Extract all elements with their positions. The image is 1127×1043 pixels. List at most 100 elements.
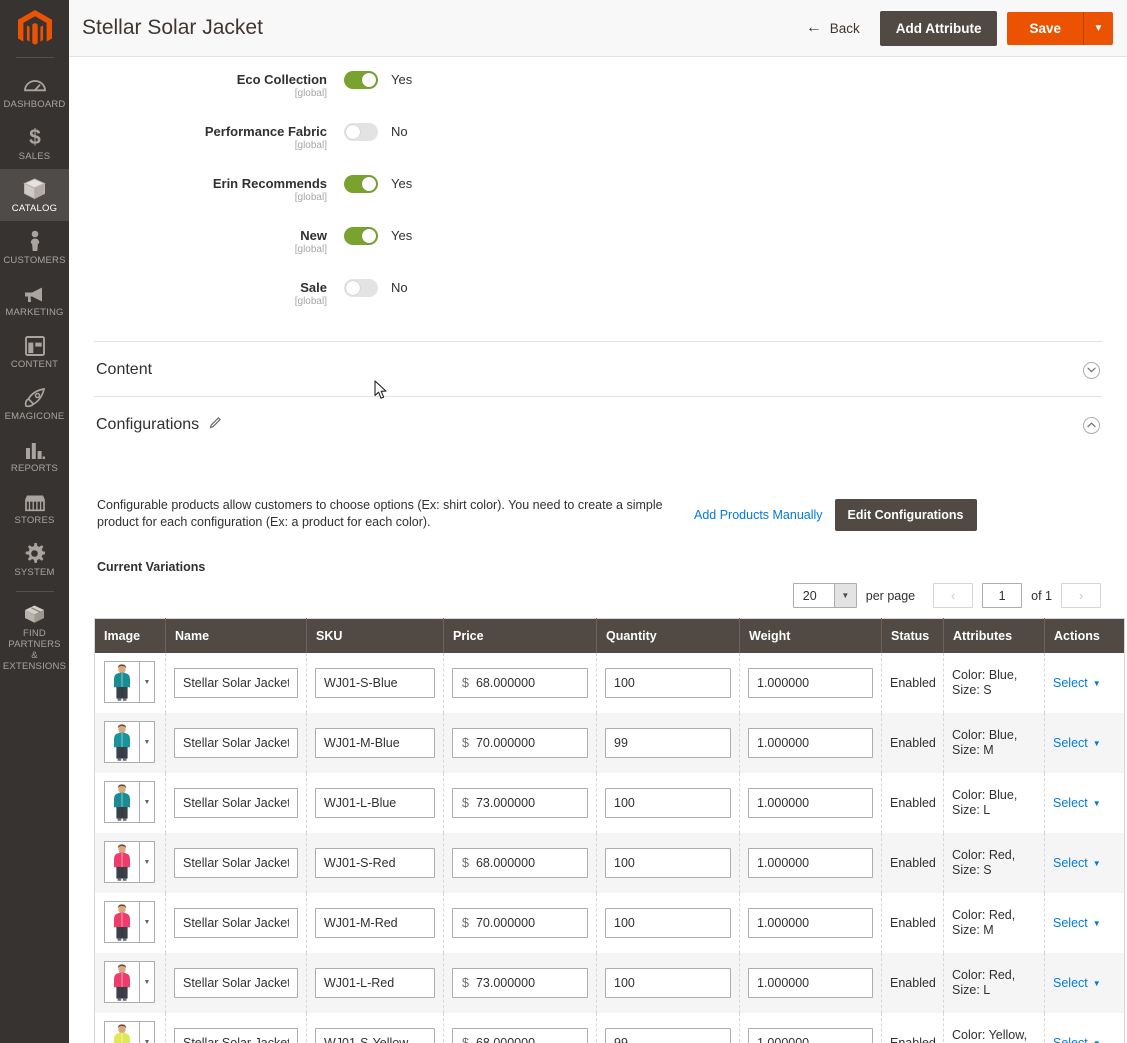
sidebar-item-catalog[interactable]: CATALOG (0, 169, 69, 221)
name-input[interactable] (174, 728, 298, 758)
thumbnail-dropdown-caret[interactable]: ▼ (139, 722, 154, 762)
price-input[interactable] (475, 976, 587, 990)
row-select-dropdown[interactable]: Select ▼ (1053, 976, 1101, 990)
sku-input[interactable] (315, 968, 435, 998)
quantity-input[interactable] (605, 908, 731, 938)
previous-page-button[interactable]: ‹ (933, 583, 974, 608)
price-input[interactable] (475, 916, 587, 930)
sidebar-item-marketing[interactable]: MARKETING (0, 273, 69, 325)
sidebar-item-emagicone[interactable]: EMAGICONE (0, 377, 69, 429)
next-page-button[interactable]: › (1061, 583, 1101, 608)
product-thumbnail[interactable] (105, 842, 139, 882)
sidebar-item-dashboard[interactable]: DASHBOARD (0, 65, 69, 117)
edit-configurations-button[interactable]: Edit Configurations (834, 499, 977, 531)
thumbnail-dropdown-caret[interactable]: ▼ (139, 902, 154, 942)
quantity-input[interactable] (605, 1028, 731, 1043)
sku-input[interactable] (315, 668, 435, 698)
price-input[interactable] (475, 676, 587, 690)
sidebar-item-find-partners-extensions[interactable]: FIND PARTNERS & EXTENSIONS (0, 594, 69, 682)
product-thumbnail[interactable] (105, 962, 139, 1002)
add-products-manually-link[interactable]: Add Products Manually (694, 508, 823, 522)
name-input[interactable] (174, 968, 298, 998)
price-field[interactable]: $ (452, 728, 588, 758)
sku-input[interactable] (315, 848, 435, 878)
product-thumbnail[interactable] (105, 902, 139, 942)
sidebar-item-reports[interactable]: REPORTS (0, 429, 69, 481)
add-attribute-button[interactable]: Add Attribute (879, 10, 998, 46)
row-select-dropdown[interactable]: Select ▼ (1053, 916, 1101, 930)
toggle-sale[interactable] (344, 279, 378, 297)
back-button[interactable]: ← Back (796, 14, 870, 42)
product-thumbnail-group[interactable]: ▼ (104, 721, 155, 763)
weight-input[interactable] (748, 728, 873, 758)
thumbnail-dropdown-caret[interactable]: ▼ (139, 842, 154, 882)
chevron-down-icon[interactable] (1083, 361, 1100, 379)
sku-input[interactable] (315, 908, 435, 938)
weight-input[interactable] (748, 908, 873, 938)
quantity-input[interactable] (605, 968, 731, 998)
magento-logo[interactable] (0, 0, 69, 57)
price-input[interactable] (475, 736, 587, 750)
quantity-input[interactable] (605, 668, 731, 698)
weight-input[interactable] (748, 848, 873, 878)
product-thumbnail[interactable] (105, 782, 139, 822)
price-field[interactable]: $ (452, 788, 588, 818)
page-number-input[interactable] (982, 583, 1023, 608)
toggle-performance-fabric[interactable] (344, 123, 378, 141)
thumbnail-dropdown-caret[interactable]: ▼ (139, 662, 154, 702)
product-thumbnail[interactable] (105, 1022, 139, 1043)
caret-down-icon[interactable]: ▼ (833, 584, 856, 607)
row-select-dropdown[interactable]: Select ▼ (1053, 1036, 1101, 1043)
sidebar-item-stores[interactable]: STORES (0, 481, 69, 533)
name-input[interactable] (174, 1028, 298, 1043)
section-header-content[interactable]: Content (94, 341, 1102, 396)
weight-input[interactable] (748, 968, 873, 998)
product-thumbnail[interactable] (105, 722, 139, 762)
row-select-dropdown[interactable]: Select ▼ (1053, 736, 1101, 750)
product-thumbnail-group[interactable]: ▼ (104, 901, 155, 943)
price-field[interactable]: $ (452, 968, 588, 998)
price-field[interactable]: $ (452, 1028, 588, 1043)
sku-input[interactable] (315, 728, 435, 758)
weight-input[interactable] (748, 1028, 873, 1043)
per-page-select[interactable]: 20 ▼ (792, 583, 857, 608)
product-thumbnail-group[interactable]: ▼ (104, 1021, 155, 1043)
row-select-dropdown[interactable]: Select ▼ (1053, 676, 1101, 690)
sidebar-item-content[interactable]: CONTENT (0, 325, 69, 377)
toggle-eco-collection[interactable] (344, 71, 378, 89)
product-thumbnail[interactable] (105, 662, 139, 702)
name-input[interactable] (174, 788, 298, 818)
sku-input[interactable] (315, 1028, 435, 1043)
thumbnail-dropdown-caret[interactable]: ▼ (139, 1022, 154, 1043)
price-input[interactable] (475, 1036, 587, 1043)
row-select-dropdown[interactable]: Select ▼ (1053, 796, 1101, 810)
toggle-erin-recommends[interactable] (344, 175, 378, 193)
price-field[interactable]: $ (452, 908, 588, 938)
price-input[interactable] (475, 856, 587, 870)
price-field[interactable]: $ (452, 848, 588, 878)
thumbnail-dropdown-caret[interactable]: ▼ (139, 962, 154, 1002)
quantity-input[interactable] (605, 728, 731, 758)
price-input[interactable] (475, 796, 587, 810)
price-field[interactable]: $ (452, 668, 588, 698)
name-input[interactable] (174, 848, 298, 878)
quantity-input[interactable] (605, 848, 731, 878)
weight-input[interactable] (748, 668, 873, 698)
weight-input[interactable] (748, 788, 873, 818)
pencil-icon[interactable] (209, 416, 222, 434)
product-thumbnail-group[interactable]: ▼ (104, 781, 155, 823)
section-header-configurations[interactable]: Configurations (94, 396, 1102, 451)
name-input[interactable] (174, 668, 298, 698)
sku-input[interactable] (315, 788, 435, 818)
save-button[interactable]: Save (1007, 11, 1083, 45)
product-thumbnail-group[interactable]: ▼ (104, 661, 155, 703)
product-thumbnail-group[interactable]: ▼ (104, 841, 155, 883)
row-select-dropdown[interactable]: Select ▼ (1053, 856, 1101, 870)
product-thumbnail-group[interactable]: ▼ (104, 961, 155, 1003)
chevron-up-icon[interactable] (1083, 416, 1100, 434)
sidebar-item-system[interactable]: SYSTEM (0, 533, 69, 585)
sidebar-item-customers[interactable]: CUSTOMERS (0, 221, 69, 273)
quantity-input[interactable] (605, 788, 731, 818)
thumbnail-dropdown-caret[interactable]: ▼ (139, 782, 154, 822)
save-options-button[interactable]: ▼ (1083, 11, 1113, 45)
